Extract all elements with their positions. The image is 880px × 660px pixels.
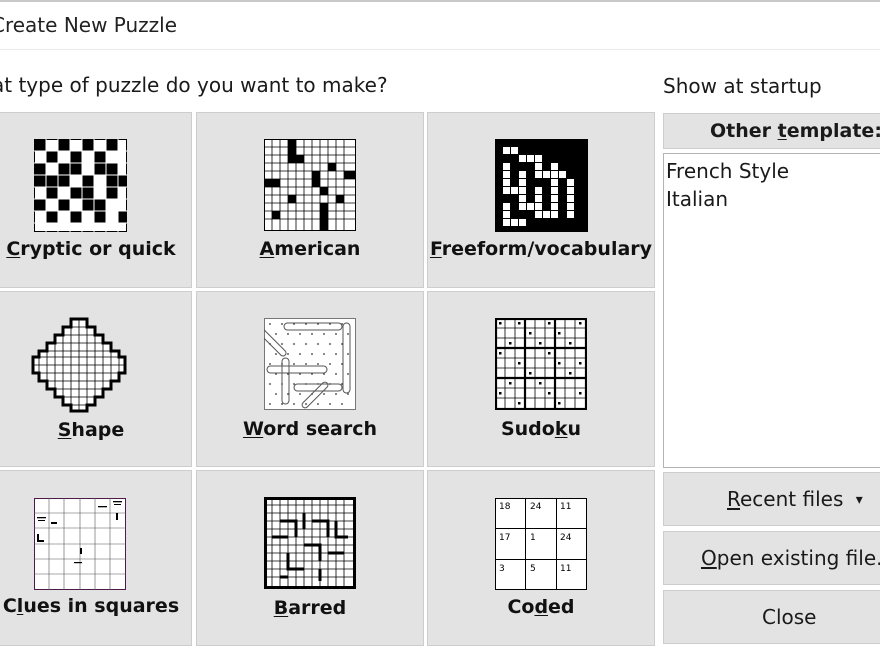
freeform-grid-icon	[495, 139, 588, 232]
coded-number: 3	[499, 564, 505, 574]
coded-number: 11	[560, 502, 571, 512]
coded-number: 1	[530, 533, 536, 543]
title-bar: Create New Puzzle	[0, 0, 880, 50]
close-button[interactable]: Close	[663, 590, 880, 644]
puzzle-type-prompt: at type of puzzle do you want to make?	[0, 73, 388, 97]
coded-number: 24	[530, 502, 542, 512]
clues-in-squares-icon	[34, 498, 126, 590]
barred-label: Barred	[273, 597, 347, 619]
american-grid-icon	[264, 139, 356, 231]
word-search-button[interactable]: Word search	[196, 291, 424, 467]
coded-number: 11	[560, 564, 571, 574]
freeform-vocabulary-button[interactable]: Freeform/vocabulary	[427, 112, 655, 288]
shape-button[interactable]: Shape	[0, 291, 192, 467]
coded-label: Coded	[507, 596, 575, 618]
template-item-french-style[interactable]: French Style	[664, 157, 880, 185]
american-label: American	[259, 238, 361, 260]
coded-number: 24	[560, 533, 572, 543]
coded-button[interactable]: 18 24 11 17 1 24 3 5 11 Coded	[427, 470, 655, 646]
template-item-italian[interactable]: Italian	[664, 185, 880, 213]
cryptic-or-quick-label: Cryptic or quick	[6, 238, 176, 260]
word-search-icon	[264, 318, 356, 410]
cryptic-grid-icon	[34, 139, 127, 232]
american-button[interactable]: American	[196, 112, 424, 288]
sudoku-label: Sudoku	[500, 418, 582, 440]
template-list[interactable]: French Style Italian	[663, 153, 880, 468]
sudoku-button[interactable]: Sudoku	[427, 291, 655, 467]
other-template-button[interactable]: Other template:	[663, 113, 880, 149]
show-at-startup-label: Show at startup	[663, 74, 822, 98]
coded-number: 17	[499, 533, 510, 543]
sudoku-grid-icon	[495, 318, 587, 410]
open-existing-file-button[interactable]: Open existing file...	[663, 531, 880, 585]
coded-grid-icon: 18 24 11 17 1 24 3 5 11	[495, 498, 587, 590]
shape-label: Shape	[57, 419, 125, 441]
freeform-vocabulary-label: Freeform/vocabulary	[429, 238, 653, 260]
diamond-shape-icon	[31, 317, 127, 413]
cryptic-or-quick-button[interactable]: Cryptic or quick	[0, 112, 192, 288]
window-title: Create New Puzzle	[0, 13, 178, 37]
clues-in-squares-label: Clues in squares	[2, 595, 180, 617]
barred-grid-icon	[264, 497, 356, 589]
clues-in-squares-button[interactable]: Clues in squares	[0, 470, 192, 646]
recent-files-button[interactable]: Recent files ▾	[663, 472, 880, 526]
chevron-down-icon: ▾	[855, 492, 863, 508]
barred-button[interactable]: Barred	[196, 470, 424, 646]
coded-number: 18	[499, 502, 511, 512]
coded-number: 5	[530, 564, 536, 574]
word-search-label: Word search	[242, 418, 378, 440]
